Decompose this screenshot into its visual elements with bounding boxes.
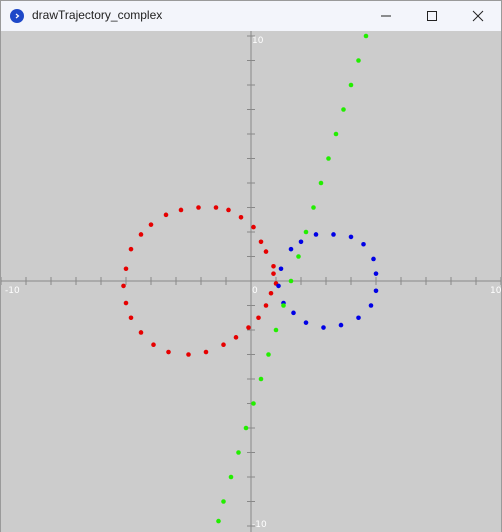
trajectory-point bbox=[373, 271, 379, 276]
trajectory-point bbox=[368, 303, 374, 308]
x-zero-tick-label: 0 bbox=[252, 286, 258, 296]
trajectory-point bbox=[123, 300, 129, 306]
trajectory-point bbox=[356, 58, 361, 63]
title-bar[interactable]: drawTrajectory_complex bbox=[1, 1, 501, 31]
trajectory-point bbox=[348, 234, 354, 240]
trajectory-point bbox=[221, 342, 226, 348]
trajectory-point bbox=[163, 212, 169, 218]
trajectory-point bbox=[338, 322, 344, 328]
trajectory-point bbox=[151, 342, 156, 348]
y-max-tick-label: 10 bbox=[252, 36, 264, 46]
y-min-tick-label: -10 bbox=[252, 520, 267, 530]
trajectory-point bbox=[196, 205, 201, 210]
trajectory-point bbox=[238, 215, 244, 220]
trajectory-point bbox=[363, 33, 369, 39]
trajectory-point bbox=[128, 315, 134, 321]
window-title: drawTrajectory_complex bbox=[32, 8, 163, 22]
trajectory-point bbox=[371, 256, 376, 262]
trajectory-point bbox=[226, 207, 231, 213]
trajectory-point bbox=[236, 450, 241, 455]
app-window: drawTrajectory_complex -10 0 10 10 -10 bbox=[0, 0, 502, 532]
trajectory-point bbox=[273, 327, 279, 333]
trajectory-point bbox=[303, 229, 309, 235]
trajectory-point bbox=[373, 288, 379, 294]
trajectory-point bbox=[233, 335, 239, 340]
trajectory-point bbox=[203, 349, 209, 355]
trajectory-point bbox=[148, 222, 154, 227]
app-icon bbox=[10, 9, 24, 23]
trajectory-point bbox=[178, 207, 184, 213]
trajectory-point bbox=[268, 290, 274, 296]
trajectory-point bbox=[288, 278, 294, 284]
close-button[interactable] bbox=[455, 1, 501, 31]
x-min-tick-label: -10 bbox=[5, 286, 20, 296]
trajectory-plot: -10 0 10 10 -10 bbox=[1, 31, 501, 532]
trajectory-point bbox=[263, 303, 269, 308]
trajectory-point bbox=[276, 283, 281, 289]
trajectory-point bbox=[326, 156, 331, 161]
trajectory-point bbox=[333, 131, 339, 137]
minimize-icon bbox=[381, 15, 391, 17]
trajectory-point bbox=[166, 349, 171, 355]
minimize-button[interactable] bbox=[363, 1, 409, 31]
trajectory-point bbox=[186, 352, 191, 357]
trajectory-point bbox=[356, 315, 361, 321]
trajectory-point bbox=[263, 249, 269, 254]
trajectory-point bbox=[266, 352, 271, 357]
trajectory-point bbox=[288, 246, 294, 252]
trajectory-point bbox=[123, 266, 129, 272]
close-icon bbox=[472, 10, 484, 22]
trajectory-point bbox=[298, 239, 304, 245]
trajectory-point bbox=[313, 232, 319, 237]
trajectory-point bbox=[303, 320, 309, 325]
trajectory-point bbox=[243, 425, 249, 431]
trajectory-point bbox=[258, 239, 264, 245]
trajectory-point bbox=[228, 474, 234, 480]
trajectory-point bbox=[281, 303, 286, 308]
trajectory-point bbox=[271, 264, 276, 269]
trajectory-point bbox=[331, 232, 336, 237]
trajectory-point bbox=[221, 499, 226, 504]
trajectory-point bbox=[128, 246, 134, 252]
trajectory-point bbox=[138, 232, 144, 237]
trajectory-point bbox=[256, 315, 261, 321]
trajectory-point bbox=[348, 82, 354, 88]
trajectory-point bbox=[271, 271, 276, 276]
x-max-tick-label: 10 bbox=[490, 286, 501, 296]
trajectory-point bbox=[251, 401, 256, 406]
trajectory-point bbox=[321, 325, 326, 330]
trajectory-point bbox=[216, 518, 221, 524]
plot-area: -10 0 10 10 -10 bbox=[1, 31, 501, 532]
maximize-icon bbox=[427, 11, 437, 21]
maximize-button[interactable] bbox=[409, 1, 455, 31]
trajectory-point bbox=[296, 254, 301, 259]
trajectory-point bbox=[121, 283, 126, 289]
trajectory-point bbox=[251, 224, 256, 230]
trajectory-point bbox=[278, 266, 284, 272]
trajectory-point bbox=[311, 205, 316, 210]
trajectory-point bbox=[361, 241, 366, 247]
trajectory-point bbox=[318, 180, 324, 186]
trajectory-point bbox=[341, 107, 346, 112]
trajectory-point bbox=[246, 325, 251, 330]
trajectory-point bbox=[291, 310, 296, 316]
trajectory-point bbox=[258, 376, 264, 382]
trajectory-point bbox=[213, 205, 219, 210]
trajectory-point bbox=[138, 330, 144, 335]
